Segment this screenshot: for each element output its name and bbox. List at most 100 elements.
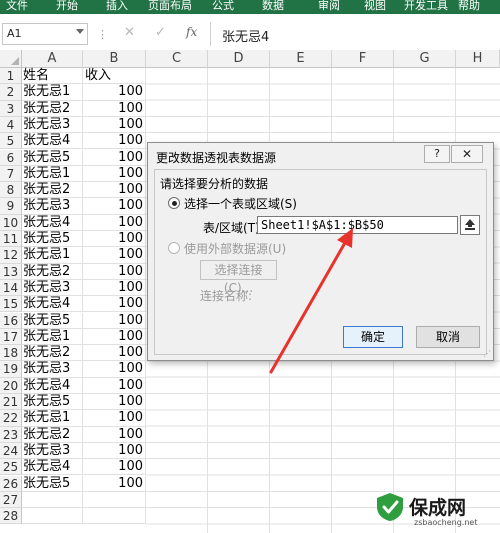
row-header[interactable]: 2: [0, 84, 22, 101]
row-header[interactable]: 26: [0, 475, 22, 492]
cell-a[interactable]: 张无忌4: [22, 459, 83, 476]
row-header[interactable]: 13: [0, 263, 22, 280]
row-header[interactable]: 19: [0, 361, 22, 378]
cell-a[interactable]: 张无忌3: [22, 361, 83, 378]
row-header[interactable]: 15: [0, 296, 22, 313]
cell-b[interactable]: 100: [83, 198, 146, 215]
confirm-entry-icon[interactable]: ✓: [155, 25, 166, 40]
cell-a[interactable]: 张无忌2: [22, 263, 83, 280]
row-header[interactable]: 1: [0, 68, 22, 85]
cell-b[interactable]: 100: [83, 394, 146, 411]
ribbon-tab[interactable]: 文件: [6, 0, 28, 13]
cell-b[interactable]: [83, 491, 146, 509]
row-header[interactable]: 21: [0, 394, 22, 411]
column-header-e[interactable]: E: [270, 50, 332, 68]
collapse-dialog-button[interactable]: [460, 215, 480, 235]
cell-a[interactable]: 张无忌5: [22, 475, 83, 492]
radio-external-source-label[interactable]: 使用外部数据源(U): [184, 240, 286, 257]
insert-function-icon[interactable]: fx: [186, 25, 197, 39]
ribbon-tab[interactable]: 开始: [56, 0, 78, 13]
radio-select-range-label[interactable]: 选择一个表或区域(S): [184, 195, 297, 212]
row-header[interactable]: 9: [0, 198, 22, 215]
cell-b[interactable]: 100: [83, 296, 146, 313]
row-header[interactable]: 27: [0, 491, 22, 509]
cell-b[interactable]: 100: [83, 328, 146, 346]
column-header-f[interactable]: F: [332, 50, 394, 68]
formula-input[interactable]: 张无忌4: [222, 26, 269, 45]
cell-b[interactable]: 100: [83, 100, 146, 117]
select-all-button[interactable]: [0, 50, 22, 68]
cell-b[interactable]: 100: [83, 279, 146, 297]
cell-a[interactable]: 张无忌4: [22, 214, 83, 231]
cell-a[interactable]: 张无忌3: [22, 442, 83, 460]
row-header[interactable]: 12: [0, 247, 22, 264]
row-header[interactable]: 28: [0, 508, 22, 525]
cell-a[interactable]: 张无忌2: [22, 182, 83, 199]
cell-a[interactable]: 张无忌5: [22, 394, 83, 411]
cell-a[interactable]: 张无忌4: [22, 377, 83, 394]
cell-b[interactable]: 100: [83, 361, 146, 378]
row-header[interactable]: 20: [0, 377, 22, 394]
cell-a[interactable]: 张无忌1: [22, 328, 83, 346]
cell-b[interactable]: 100: [83, 312, 146, 329]
ribbon-tab[interactable]: 插入: [106, 0, 128, 13]
column-header-d[interactable]: D: [208, 50, 270, 68]
row-header[interactable]: 8: [0, 182, 22, 199]
cell-a[interactable]: 张无忌3: [22, 116, 83, 134]
cell-b[interactable]: 100: [83, 214, 146, 231]
cell-a[interactable]: [22, 508, 83, 525]
radio-select-range[interactable]: [168, 197, 180, 209]
row-header[interactable]: 24: [0, 442, 22, 460]
row-header[interactable]: 11: [0, 231, 22, 248]
row-header[interactable]: 23: [0, 426, 22, 443]
cell-b[interactable]: 100: [83, 410, 146, 427]
cell-a[interactable]: 张无忌5: [22, 231, 83, 248]
ribbon-tab[interactable]: 开发工具: [404, 0, 448, 13]
row-header[interactable]: 18: [0, 345, 22, 362]
column-header-b[interactable]: B: [83, 50, 146, 68]
ribbon-tab[interactable]: 公式: [212, 0, 234, 13]
cell-b[interactable]: 100: [83, 263, 146, 280]
row-header[interactable]: 4: [0, 116, 22, 134]
ribbon-tab[interactable]: 数据: [262, 0, 284, 13]
cell-b[interactable]: 100: [83, 84, 146, 101]
name-box[interactable]: A1: [2, 23, 88, 45]
cell-a[interactable]: 姓名: [22, 68, 83, 85]
row-header[interactable]: 16: [0, 312, 22, 329]
column-header-a[interactable]: A: [22, 50, 83, 68]
help-button[interactable]: ?: [424, 145, 450, 163]
cell-b[interactable]: 100: [83, 231, 146, 248]
cell-a[interactable]: 张无忌1: [22, 165, 83, 183]
cell-a[interactable]: 张无忌3: [22, 279, 83, 297]
close-button[interactable]: ✕: [451, 145, 483, 163]
cell-a[interactable]: [22, 491, 83, 509]
cell-b[interactable]: 100: [83, 345, 146, 362]
cell-a[interactable]: 张无忌5: [22, 149, 83, 166]
cell-b[interactable]: 100: [83, 182, 146, 199]
cell-a[interactable]: 张无忌2: [22, 100, 83, 117]
column-header-c[interactable]: C: [146, 50, 208, 68]
row-header[interactable]: 17: [0, 328, 22, 346]
range-input[interactable]: Sheet1!$A$1:$B$50: [257, 216, 458, 234]
ribbon-tab[interactable]: 页面布局: [148, 0, 192, 13]
cell-b[interactable]: 100: [83, 377, 146, 394]
cell-a[interactable]: 张无忌3: [22, 198, 83, 215]
cell-b[interactable]: 100: [83, 165, 146, 183]
column-header-g[interactable]: G: [394, 50, 456, 68]
cell-a[interactable]: 张无忌1: [22, 84, 83, 101]
row-header[interactable]: 7: [0, 165, 22, 183]
cancel-button[interactable]: 取消: [416, 326, 480, 348]
row-header[interactable]: 5: [0, 133, 22, 150]
cell-b[interactable]: 100: [83, 133, 146, 150]
cell-b[interactable]: 100: [83, 116, 146, 134]
cell-b[interactable]: 100: [83, 426, 146, 443]
row-header[interactable]: 6: [0, 149, 22, 166]
row-header[interactable]: 14: [0, 279, 22, 297]
cell-a[interactable]: 张无忌4: [22, 133, 83, 150]
cell-a[interactable]: 张无忌2: [22, 345, 83, 362]
choose-connection-button[interactable]: 选择连接(C)...: [200, 260, 277, 295]
row-header[interactable]: 3: [0, 100, 22, 117]
row-header[interactable]: 22: [0, 410, 22, 427]
row-header[interactable]: 10: [0, 214, 22, 231]
cell-b[interactable]: 100: [83, 247, 146, 264]
